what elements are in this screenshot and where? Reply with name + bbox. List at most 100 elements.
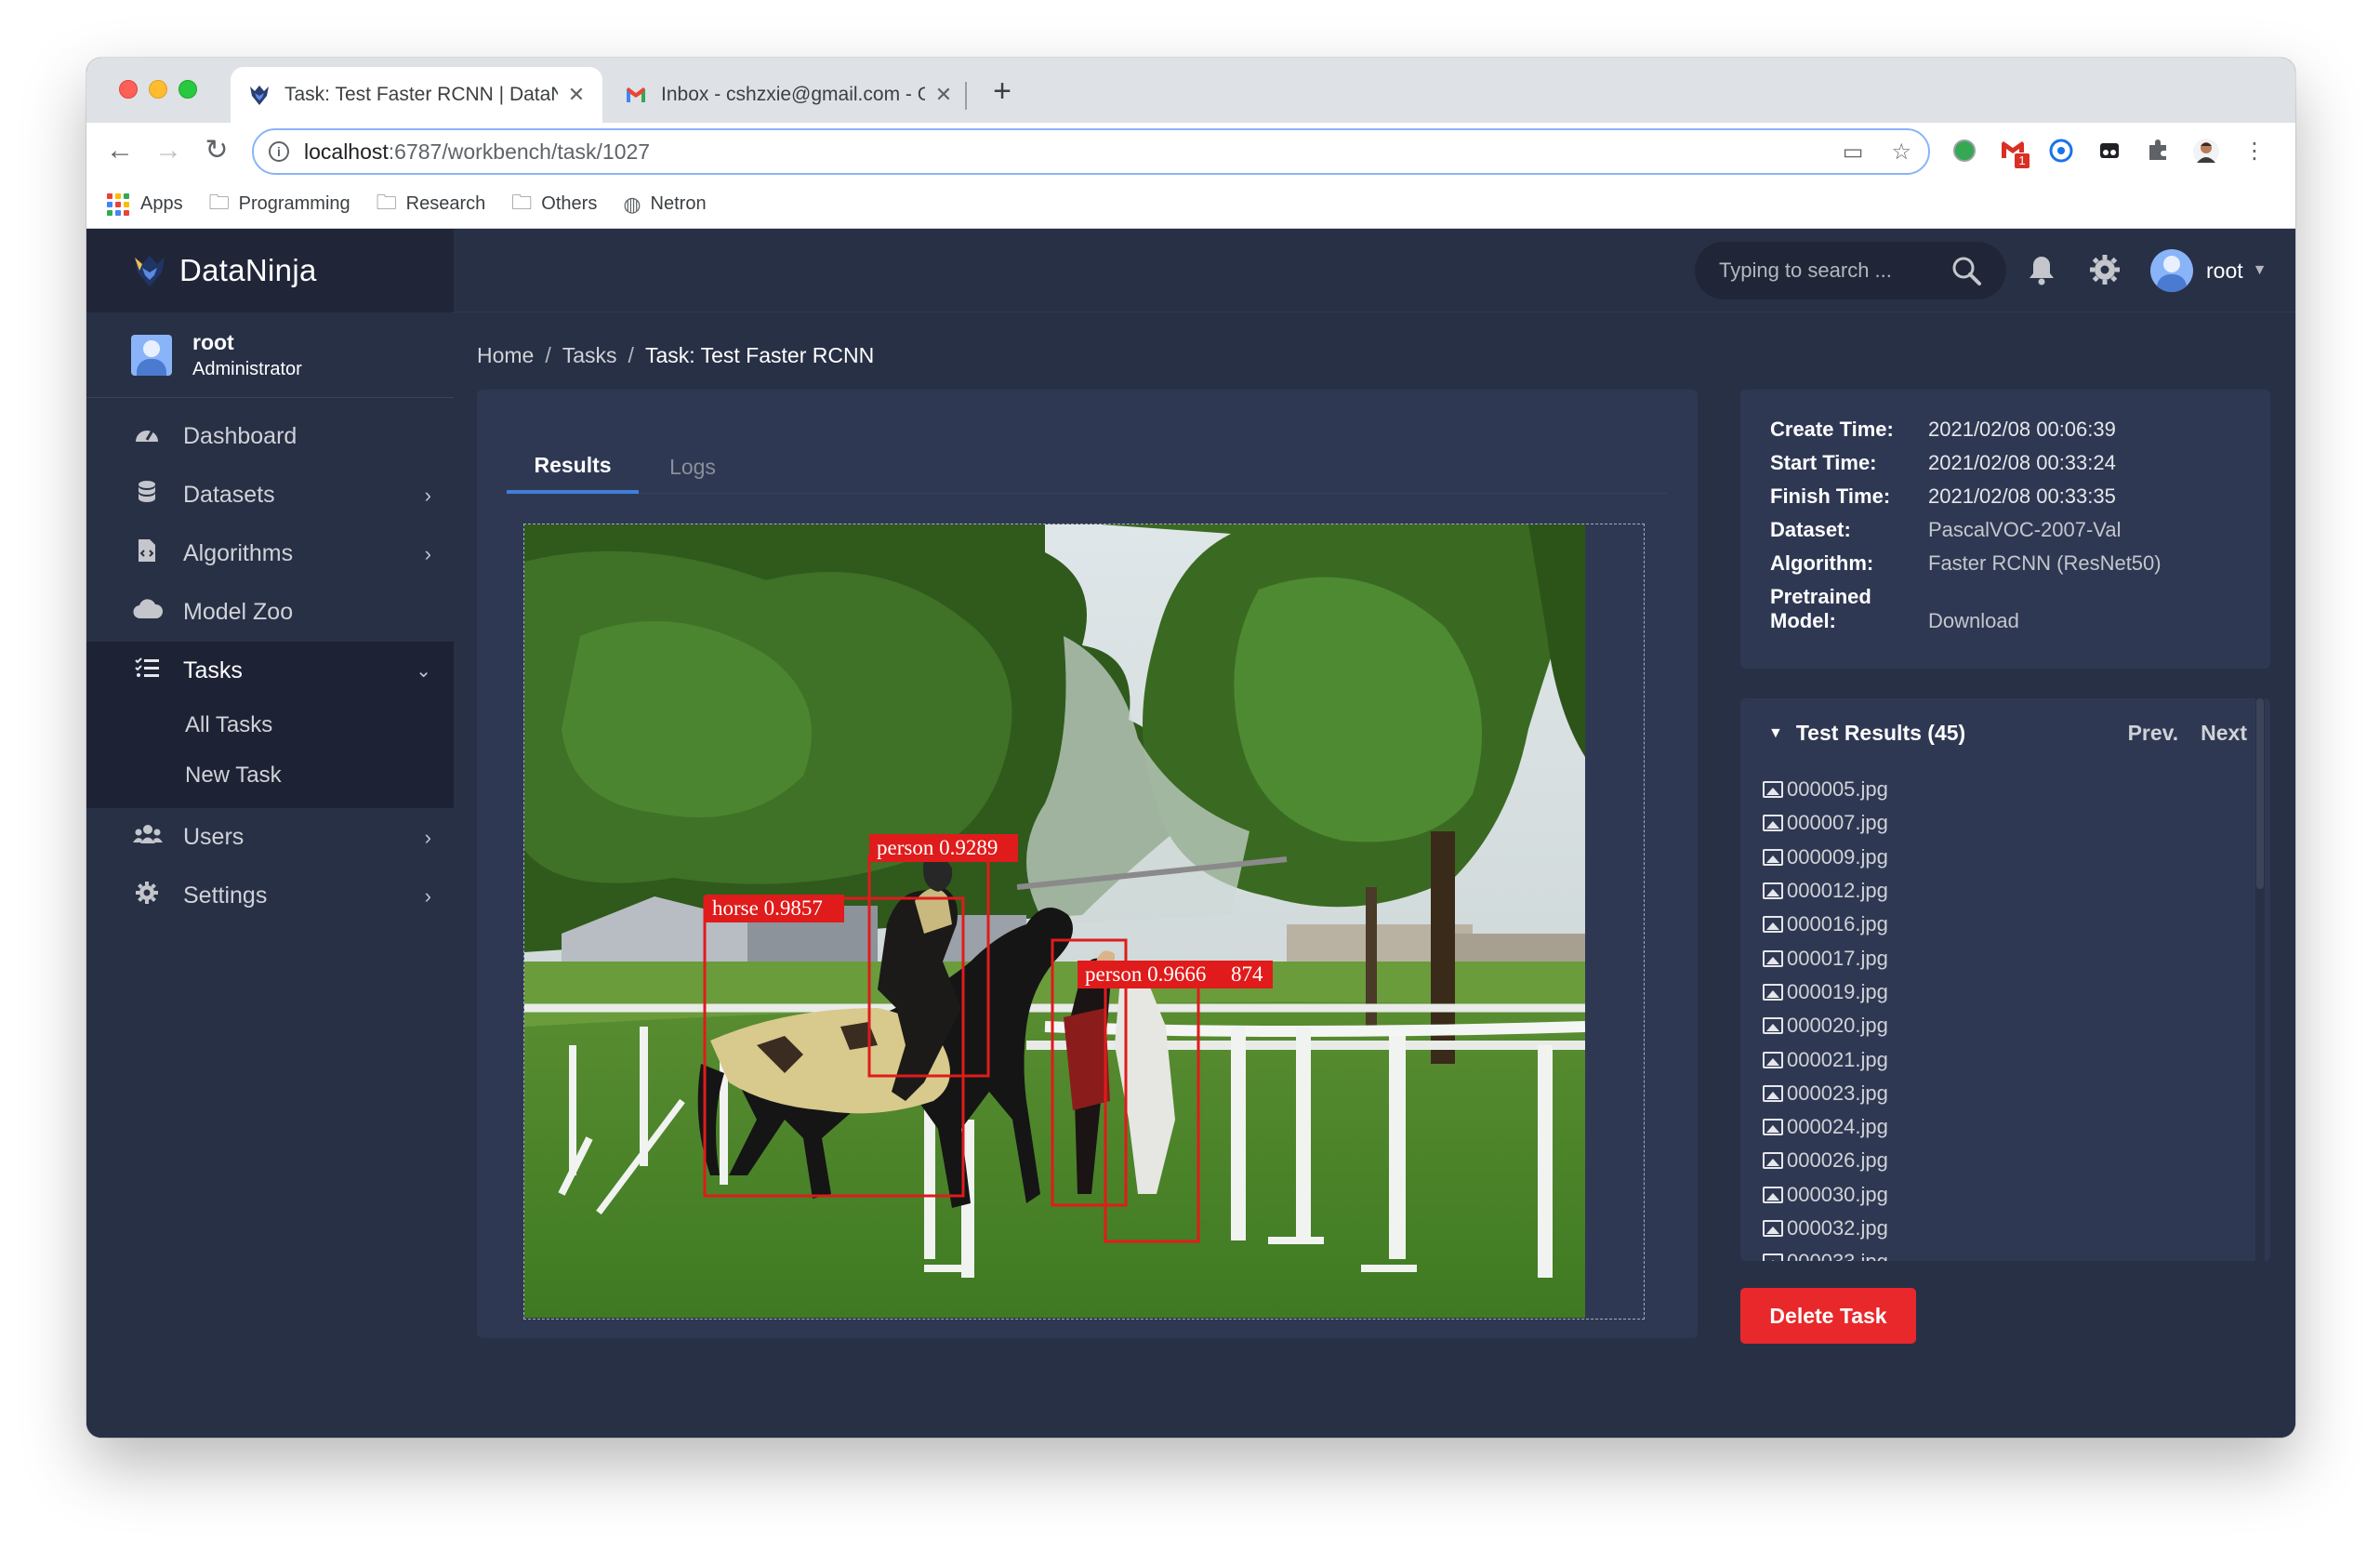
search-icon[interactable] bbox=[1950, 255, 1982, 286]
window-zoom-button[interactable] bbox=[178, 80, 197, 99]
sidebar-item-tasks[interactable]: Tasks ⌄ bbox=[86, 642, 454, 700]
cast-icon[interactable]: ▭ bbox=[1843, 139, 1864, 166]
close-tab-icon[interactable]: ✕ bbox=[932, 83, 955, 107]
info-finish-time: Finish Time: 2021/02/08 00:33:35 bbox=[1770, 484, 2116, 508]
sidebar-item-new-task[interactable]: New Task bbox=[86, 750, 454, 801]
gmail-extension-icon[interactable]: 1 bbox=[1999, 138, 2030, 169]
image-file-icon bbox=[1763, 916, 1783, 934]
image-file-icon bbox=[1763, 983, 1783, 1001]
list-item[interactable]: 000030.jpg bbox=[1763, 1178, 2209, 1212]
delete-task-button[interactable]: Delete Task bbox=[1740, 1288, 1916, 1344]
bookmark-netron[interactable]: ◍ Netron bbox=[623, 192, 706, 217]
close-tab-icon[interactable]: ✕ bbox=[565, 83, 588, 107]
password-extension-icon[interactable] bbox=[2047, 138, 2075, 166]
sidebar: DataNinja root Administrator Dashboard D… bbox=[86, 229, 454, 1438]
avatar bbox=[131, 334, 172, 376]
browser-menu-icon[interactable]: ⋮ bbox=[2241, 138, 2268, 166]
prev-button[interactable]: Prev. bbox=[2128, 721, 2179, 746]
breadcrumb-home[interactable]: Home bbox=[477, 343, 534, 368]
info-algorithm: Algorithm: Faster RCNN (ResNet50) bbox=[1770, 551, 2162, 575]
list-item[interactable]: 000009.jpg bbox=[1763, 841, 2209, 874]
dataninja-app: DataNinja root Administrator Dashboard D… bbox=[86, 229, 2295, 1438]
user-role: Administrator bbox=[192, 358, 302, 379]
test-results-list: 000005.jpg 000007.jpg 000009.jpg 000012.… bbox=[1763, 773, 2209, 1261]
bell-icon[interactable] bbox=[2025, 253, 2058, 286]
bookmarks-bar: Apps 🗀 Programming 🗀 Research 🗀 Others ◍… bbox=[86, 180, 2295, 229]
bookmark-star-icon[interactable]: ☆ bbox=[1891, 139, 1911, 166]
list-item[interactable]: 000023.jpg bbox=[1763, 1077, 2209, 1110]
next-button[interactable]: Next bbox=[2201, 721, 2247, 746]
bbox-label-horse: horse 0.9857 bbox=[712, 896, 823, 920]
list-item[interactable]: 000007.jpg bbox=[1763, 806, 2209, 840]
list-item[interactable]: 000033.jpg bbox=[1763, 1245, 2209, 1261]
results-scrollbar[interactable] bbox=[2255, 698, 2265, 1261]
breadcrumb-current: Task: Test Faster RCNN bbox=[644, 343, 875, 367]
chevron-right-icon: › bbox=[424, 483, 431, 507]
brand[interactable]: DataNinja bbox=[86, 229, 454, 312]
test-results-title[interactable]: Test Results (45) bbox=[1796, 721, 2106, 746]
header-user-menu[interactable]: root ▼ bbox=[2150, 249, 2267, 292]
breadcrumb-tasks[interactable]: Tasks bbox=[562, 343, 617, 368]
task-info-card: Create Time: 2021/02/08 00:06:39 Start T… bbox=[1740, 390, 2270, 669]
incognito-extension-icon[interactable] bbox=[2096, 138, 2123, 166]
bookmark-others[interactable]: 🗀 Others bbox=[511, 187, 597, 222]
new-tab-icon[interactable]: + bbox=[984, 73, 1021, 110]
profile-avatar-icon[interactable] bbox=[2192, 138, 2220, 166]
breadcrumb: Home / Tasks / Task: Test Faster RCNN bbox=[477, 343, 875, 368]
image-file-icon bbox=[1763, 1051, 1783, 1068]
collapse-triangle-icon[interactable]: ▼ bbox=[1768, 725, 1783, 742]
list-item[interactable]: 000020.jpg bbox=[1763, 1009, 2209, 1042]
extensions-puzzle-icon[interactable] bbox=[2144, 138, 2172, 166]
info-create-time: Create Time: 2021/02/08 00:06:39 bbox=[1770, 418, 2116, 441]
settings-gear-icon[interactable] bbox=[2088, 253, 2122, 286]
gear-icon bbox=[133, 881, 161, 911]
detection-result-image[interactable]: horse 0.9857 person 0.9289 person 0.9666… bbox=[524, 524, 1585, 1318]
extension-green-icon[interactable] bbox=[1950, 138, 1978, 166]
list-item[interactable]: 000026.jpg bbox=[1763, 1144, 2209, 1177]
list-item[interactable]: 000005.jpg bbox=[1763, 773, 2209, 806]
list-item[interactable]: 000017.jpg bbox=[1763, 941, 2209, 975]
window-minimize-button[interactable] bbox=[149, 80, 167, 99]
back-arrow-icon[interactable]: ← bbox=[103, 134, 137, 167]
sidebar-item-dashboard[interactable]: Dashboard bbox=[86, 407, 454, 466]
sidebar-item-all-tasks[interactable]: All Tasks bbox=[86, 700, 454, 750]
sidebar-item-datasets[interactable]: Datasets › bbox=[86, 466, 454, 524]
search-input[interactable] bbox=[1719, 259, 1924, 283]
globe-icon: ◍ bbox=[623, 192, 641, 216]
list-item[interactable]: 000012.jpg bbox=[1763, 874, 2209, 908]
list-item[interactable]: 000032.jpg bbox=[1763, 1212, 2209, 1245]
address-bar[interactable]: i localhost:6787/workbench/task/1027 ▭ ☆ bbox=[252, 128, 1930, 175]
reload-icon[interactable]: ↻ bbox=[200, 134, 233, 167]
sidebar-item-settings[interactable]: Settings › bbox=[86, 867, 454, 925]
image-file-icon bbox=[1763, 1119, 1783, 1136]
url-text[interactable]: localhost:6787/workbench/task/1027 bbox=[304, 139, 1843, 165]
tab-results[interactable]: Results bbox=[507, 440, 639, 494]
download-link[interactable]: Download bbox=[1928, 609, 2019, 633]
gmail-icon bbox=[627, 87, 645, 102]
chevron-right-icon: › bbox=[424, 883, 431, 908]
dataninja-logo-icon bbox=[250, 86, 269, 105]
tab-logs[interactable]: Logs bbox=[639, 440, 747, 494]
tasks-icon bbox=[133, 657, 161, 685]
window-close-button[interactable] bbox=[119, 80, 138, 99]
bookmark-programming[interactable]: 🗀 Programming bbox=[209, 187, 350, 222]
list-item[interactable]: 000024.jpg bbox=[1763, 1110, 2209, 1144]
browser-tab-gmail[interactable]: Inbox - cshzxie@gmail.com - Gmail ✕ bbox=[607, 67, 970, 123]
scrollbar-thumb[interactable] bbox=[2256, 698, 2264, 889]
image-file-icon bbox=[1763, 815, 1783, 832]
site-info-icon[interactable]: i bbox=[269, 141, 289, 162]
task-tabs: Results Logs bbox=[507, 440, 1667, 494]
list-item[interactable]: 000019.jpg bbox=[1763, 975, 2209, 1009]
bookmark-research[interactable]: 🗀 Research bbox=[377, 187, 486, 222]
forward-arrow-icon[interactable]: → bbox=[152, 134, 185, 167]
sidebar-user: root Administrator bbox=[86, 312, 454, 398]
sidebar-item-algorithms[interactable]: Algorithms › bbox=[86, 524, 454, 583]
sidebar-item-model-zoo[interactable]: Model Zoo bbox=[86, 583, 454, 642]
sidebar-item-users[interactable]: Users › bbox=[86, 808, 454, 867]
browser-tab-dataninja[interactable]: Task: Test Faster RCNN | DataNinja ✕ bbox=[231, 67, 602, 123]
list-item[interactable]: 000021.jpg bbox=[1763, 1042, 2209, 1076]
bookmark-apps[interactable]: Apps bbox=[107, 192, 183, 216]
cloud-icon bbox=[133, 599, 164, 626]
result-image-frame: horse 0.9857 person 0.9289 person 0.9666… bbox=[523, 524, 1645, 1320]
list-item[interactable]: 000016.jpg bbox=[1763, 908, 2209, 941]
